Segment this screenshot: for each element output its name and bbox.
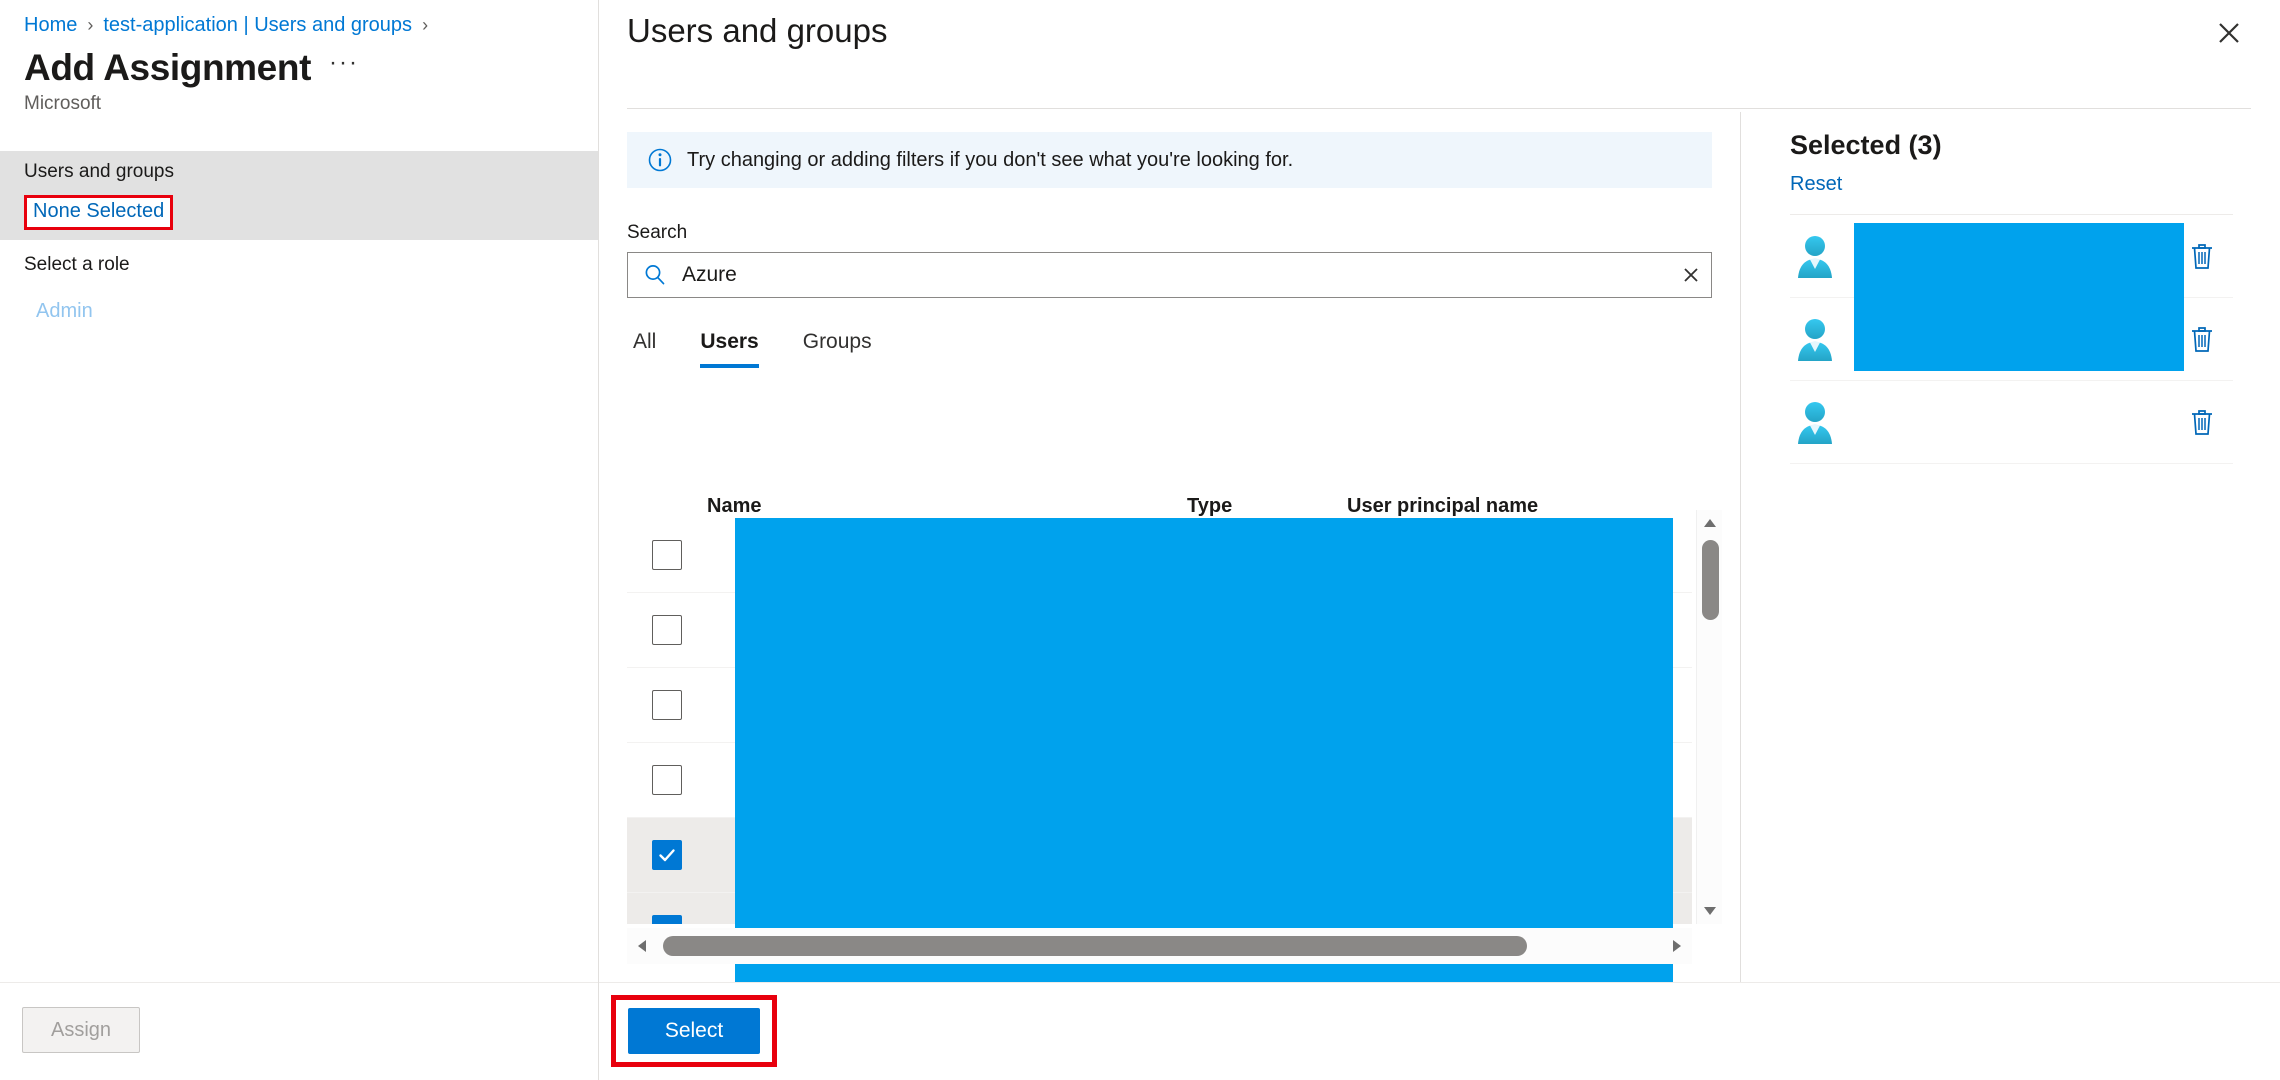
selected-item-name (1854, 215, 2171, 297)
selected-count-title: Selected (3) (1790, 130, 1942, 160)
reset-link[interactable]: Reset (1790, 173, 1842, 196)
blade-subtitle: Microsoft (24, 93, 102, 114)
horizontal-scrollbar-track[interactable] (657, 928, 1662, 964)
select-button[interactable]: Select (628, 1008, 760, 1054)
scroll-up-icon[interactable] (1697, 510, 1723, 536)
checkbox-unchecked[interactable] (652, 690, 682, 720)
search-icon (642, 262, 668, 288)
checkbox-unchecked[interactable] (652, 615, 682, 645)
results-grid: Name Type User principal name (627, 470, 1722, 998)
blade-title-row: Add Assignment ··· (0, 37, 598, 89)
search-label: Search (627, 222, 688, 243)
selected-list (1790, 215, 2233, 464)
users-and-groups-value-link[interactable]: None Selected (33, 200, 164, 222)
selected-items-column: Selected (3) Reset (1742, 112, 2280, 982)
grid-header-row: Name Type User principal name (627, 470, 1722, 518)
breadcrumb-separator-icon: › (87, 15, 94, 35)
pane-title: Users and groups (627, 12, 888, 49)
add-assignment-blade: Home › test-application | Users and grou… (0, 0, 598, 1080)
clear-search-icon[interactable] (1671, 253, 1711, 297)
checkbox-checked[interactable] (652, 840, 682, 870)
page-title: Add Assignment (24, 47, 311, 88)
row-checkbox-cell (627, 915, 707, 924)
breadcrumb-item-home[interactable]: Home (24, 14, 77, 37)
grid-rows (627, 518, 1692, 924)
scroll-down-icon[interactable] (1697, 898, 1723, 924)
users-and-groups-field-row: Users and groups None Selected (0, 151, 598, 240)
trash-icon[interactable] (2171, 241, 2233, 271)
tab-users[interactable]: Users (678, 326, 780, 368)
checkbox-checked[interactable] (652, 915, 682, 924)
breadcrumb-item-test-application[interactable]: test-application | Users and groups (103, 14, 412, 37)
trash-icon[interactable] (2171, 324, 2233, 354)
pane-footer: Select (599, 982, 2280, 1080)
table-row[interactable] (627, 818, 1692, 893)
info-icon (647, 147, 673, 173)
scroll-left-icon[interactable] (627, 939, 657, 953)
users-and-groups-value-highlight: None Selected (24, 195, 174, 230)
select-a-role-value[interactable]: Admin (0, 288, 598, 323)
selected-list-item (1790, 215, 2233, 298)
pane-divider (627, 108, 2251, 109)
filter-tabs: All Users Groups (627, 326, 1712, 368)
search-section: Search (627, 222, 1712, 298)
user-avatar-icon (1790, 397, 1840, 447)
table-row[interactable] (627, 518, 1692, 593)
users-and-groups-field: Users and groups None Selected (0, 151, 598, 240)
table-row[interactable] (627, 743, 1692, 818)
more-options-button[interactable]: ··· (329, 51, 359, 85)
search-input[interactable] (682, 263, 1671, 287)
horizontal-scrollbar[interactable] (627, 928, 1692, 964)
grid-header-name: Name (707, 495, 762, 517)
row-checkbox-cell (627, 615, 707, 645)
horizontal-scrollbar-thumb[interactable] (663, 936, 1528, 956)
pane-body: Try changing or adding filters if you do… (599, 112, 2280, 998)
selected-list-item (1790, 298, 2233, 381)
selected-item-name (1854, 298, 2171, 380)
blade-footer: Assign (0, 982, 598, 1080)
user-avatar-icon (1790, 231, 1840, 281)
close-icon[interactable] (2212, 16, 2246, 50)
select-a-role-label: Select a role (24, 254, 130, 275)
row-checkbox-cell (627, 840, 707, 870)
row-checkbox-cell (627, 690, 707, 720)
tab-groups[interactable]: Groups (781, 326, 894, 368)
selected-list-item (1790, 381, 2233, 464)
tab-all[interactable]: All (627, 326, 678, 368)
assign-button[interactable]: Assign (22, 1007, 140, 1053)
table-row[interactable] (627, 893, 1692, 924)
info-message-text: Try changing or adding filters if you do… (687, 148, 1294, 171)
info-message-bar: Try changing or adding filters if you do… (627, 132, 1712, 188)
vertical-scrollbar[interactable] (1696, 510, 1722, 924)
trash-icon[interactable] (2171, 407, 2233, 437)
breadcrumb-separator-icon-2: › (422, 15, 429, 35)
row-checkbox-cell (627, 765, 707, 795)
grid-header-type: Type (1187, 495, 1233, 517)
azure-portal-screen: Home › test-application | Users and grou… (0, 0, 2280, 1080)
row-checkbox-cell (627, 540, 707, 570)
users-and-groups-label: Users and groups (24, 161, 174, 182)
select-a-role-field: Select a role (0, 240, 598, 276)
scroll-right-icon[interactable] (1662, 939, 1692, 953)
vertical-scrollbar-thumb[interactable] (1702, 540, 1719, 620)
table-row[interactable] (627, 593, 1692, 668)
breadcrumb: Home › test-application | Users and grou… (0, 0, 598, 37)
users-and-groups-pane: Users and groups Try changing or adding … (598, 0, 2280, 1080)
selected-item-name (1854, 381, 2171, 463)
pane-main-column: Try changing or adding filters if you do… (599, 112, 1741, 998)
user-avatar-icon (1790, 314, 1840, 364)
select-button-highlight: Select (611, 995, 777, 1067)
table-row[interactable] (627, 668, 1692, 743)
checkbox-unchecked[interactable] (652, 540, 682, 570)
grid-header-upn: User principal name (1347, 495, 1539, 517)
checkbox-unchecked[interactable] (652, 765, 682, 795)
search-box[interactable] (627, 252, 1712, 298)
pane-header: Users and groups (599, 0, 2280, 112)
